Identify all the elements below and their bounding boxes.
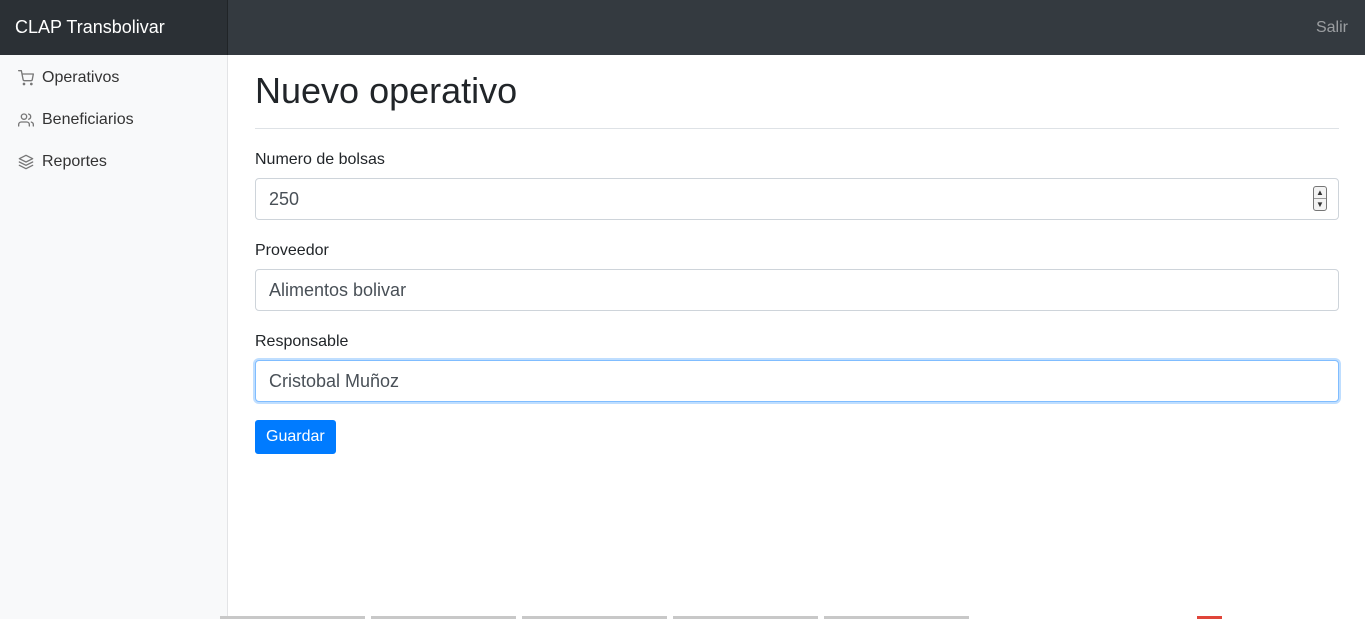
sidebar-item-label: Beneficiarios [42, 111, 134, 128]
responsible-input[interactable] [255, 360, 1339, 402]
signout-link[interactable]: Salir [1316, 0, 1348, 55]
sidebar-item-reportes[interactable]: Reportes [0, 141, 227, 183]
sidebar-item-beneficiarios[interactable]: Beneficiarios [0, 99, 227, 141]
provider-label: Proveedor [255, 242, 329, 259]
bags-input-wrapper: ▲ ▼ [255, 178, 1339, 220]
spinner-down-icon[interactable]: ▼ [1314, 198, 1326, 210]
sidebar-item-label: Operativos [42, 69, 120, 86]
responsible-field-group: Responsable [255, 332, 1339, 402]
main-content: Nuevo operativo Numero de bolsas ▲ ▼ Pro… [255, 55, 1339, 454]
bags-label: Numero de bolsas [255, 151, 385, 168]
provider-input-wrapper [255, 269, 1339, 311]
sidebar-item-label: Reportes [42, 153, 107, 170]
layers-icon [18, 154, 34, 170]
sidebar-item-operativos[interactable]: Operativos [0, 57, 227, 99]
brand-title[interactable]: CLAP Transbolivar [0, 0, 228, 55]
responsible-input-wrapper [255, 360, 1339, 402]
page-title: Nuevo operativo [255, 70, 518, 111]
provider-field-group: Proveedor [255, 241, 1339, 311]
sidebar: Operativos Beneficiarios Reportes [0, 55, 228, 619]
bags-field-group: Numero de bolsas ▲ ▼ [255, 150, 1339, 220]
divider [255, 128, 1339, 129]
responsible-label: Responsable [255, 333, 349, 350]
number-spinner[interactable]: ▲ ▼ [1313, 186, 1327, 211]
bags-number-input[interactable] [255, 178, 1339, 220]
top-navbar: CLAP Transbolivar Salir [0, 0, 1365, 55]
provider-input[interactable] [255, 269, 1339, 311]
shopping-cart-icon [18, 70, 34, 86]
spinner-up-icon[interactable]: ▲ [1314, 187, 1326, 198]
save-button[interactable]: Guardar [255, 420, 336, 454]
users-icon [18, 112, 34, 128]
